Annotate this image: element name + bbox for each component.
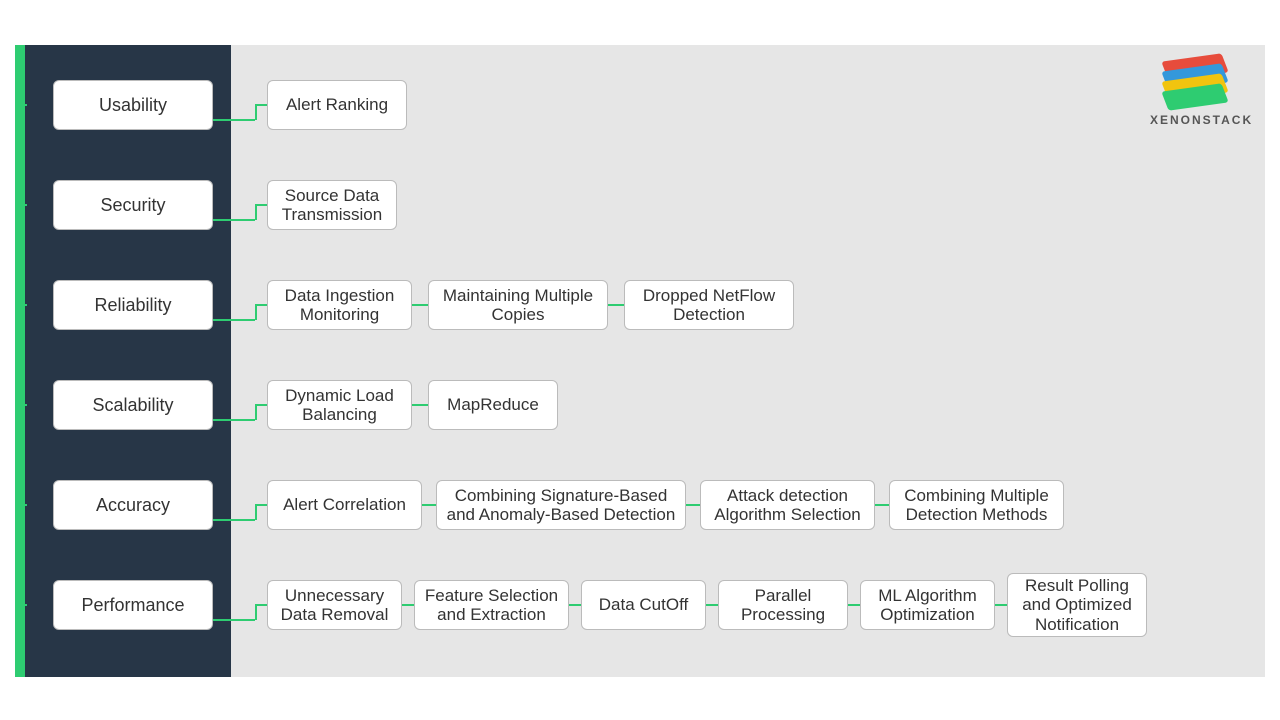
category-scalability: Scalability xyxy=(53,380,213,430)
category-reliability: Reliability xyxy=(53,280,213,330)
connector xyxy=(213,419,255,421)
connector xyxy=(213,219,255,221)
tick xyxy=(15,304,27,306)
leaf-combining-multiple-detection: Combining Multiple Detection Methods xyxy=(889,480,1064,530)
connector xyxy=(255,304,257,320)
leaf-combining-sig-anomaly: Combining Signature-Based and Anomaly-Ba… xyxy=(436,480,686,530)
leaf-ml-algo-optimization: ML Algorithm Optimization xyxy=(860,580,995,630)
connector xyxy=(255,104,267,106)
leaf-dynamic-load-balancing: Dynamic Load Balancing xyxy=(267,380,412,430)
leaf-mapreduce: MapReduce xyxy=(428,380,558,430)
tick xyxy=(15,504,27,506)
category-accuracy: Accuracy xyxy=(53,480,213,530)
leaf-alert-ranking: Alert Ranking xyxy=(267,80,407,130)
leaf-attack-detection-algo: Attack detection Algorithm Selection xyxy=(700,480,875,530)
connector xyxy=(402,604,414,606)
leaf-data-ingestion-monitoring: Data Ingestion Monitoring xyxy=(267,280,412,330)
brand-text: XENONSTACK xyxy=(1150,113,1240,127)
connector xyxy=(255,404,267,406)
connector xyxy=(255,204,267,206)
leaf-feature-selection: Feature Selection and Extraction xyxy=(414,580,569,630)
leaf-parallel-processing: Parallel Processing xyxy=(718,580,848,630)
connector xyxy=(255,104,257,120)
tick xyxy=(15,404,27,406)
connector xyxy=(213,319,255,321)
leaf-alert-correlation: Alert Correlation xyxy=(267,480,422,530)
connector xyxy=(255,604,267,606)
accent-bar xyxy=(15,45,25,677)
diagram-canvas: Usability Alert Ranking Security Source … xyxy=(15,45,1265,677)
connector xyxy=(995,604,1007,606)
connector xyxy=(213,519,255,521)
category-usability: Usability xyxy=(53,80,213,130)
connector xyxy=(848,604,860,606)
tick xyxy=(15,204,27,206)
connector xyxy=(255,604,257,620)
leaf-data-cutoff: Data CutOff xyxy=(581,580,706,630)
category-performance: Performance xyxy=(53,580,213,630)
tick xyxy=(15,104,27,106)
connector xyxy=(422,504,436,506)
connector xyxy=(686,504,700,506)
connector xyxy=(875,504,889,506)
connector xyxy=(706,604,718,606)
category-security: Security xyxy=(53,180,213,230)
connector xyxy=(255,204,257,220)
leaf-unnecessary-data-removal: Unnecessary Data Removal xyxy=(267,580,402,630)
connector xyxy=(412,304,428,306)
leaf-maintaining-multiple-copies: Maintaining Multiple Copies xyxy=(428,280,608,330)
brand-logo: XENONSTACK xyxy=(1150,57,1240,127)
leaf-result-polling: Result Polling and Optimized Notificatio… xyxy=(1007,573,1147,637)
connector xyxy=(213,619,255,621)
stack-icon xyxy=(1165,57,1225,107)
connector xyxy=(213,119,255,121)
connector xyxy=(255,404,257,420)
connector xyxy=(255,504,257,520)
leaf-dropped-netflow-detection: Dropped NetFlow Detection xyxy=(624,280,794,330)
connector xyxy=(255,304,267,306)
connector xyxy=(412,404,428,406)
connector xyxy=(569,604,581,606)
leaf-source-data-transmission: Source Data Transmission xyxy=(267,180,397,230)
connector xyxy=(255,504,267,506)
connector xyxy=(608,304,624,306)
tick xyxy=(15,604,27,606)
